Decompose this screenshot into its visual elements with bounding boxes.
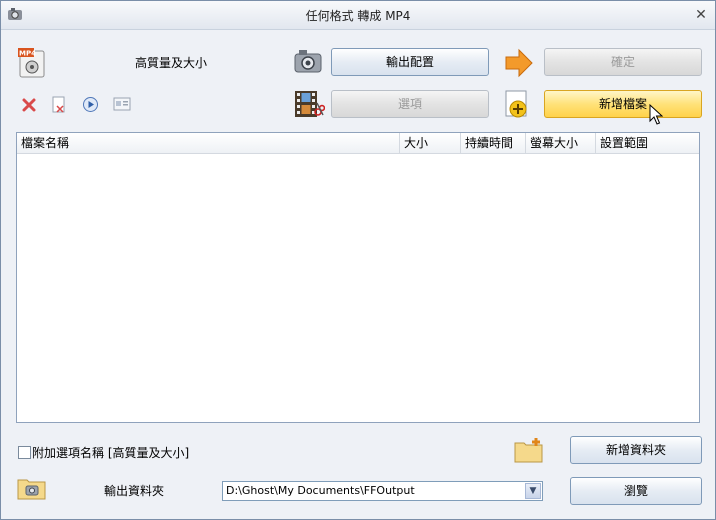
options-button[interactable]: 選項 bbox=[331, 90, 489, 118]
output-path-select[interactable]: D:\Ghost\My Documents\FFOutput ▼ bbox=[222, 481, 543, 501]
output-config-button[interactable]: 輸出配置 bbox=[331, 48, 489, 76]
mp4-badge: MP4 bbox=[19, 50, 36, 58]
output-folder-icon bbox=[17, 479, 46, 500]
column-filename[interactable]: 檔案名稱 bbox=[17, 133, 400, 153]
play-preview-icon[interactable] bbox=[82, 96, 99, 113]
column-size[interactable]: 大小 bbox=[400, 133, 461, 153]
column-range[interactable]: 設置範圍 bbox=[596, 133, 699, 153]
main-window: 任何格式 轉成 MP4 ✕ MP4 高質量及大小 輸出配置 確定 選項 新增檔案… bbox=[0, 0, 716, 520]
file-info-icon[interactable] bbox=[113, 97, 131, 112]
close-icon[interactable]: ✕ bbox=[693, 7, 709, 23]
remove-file-icon[interactable] bbox=[51, 96, 67, 114]
add-file-button[interactable]: 新增檔案 bbox=[544, 90, 702, 118]
arrow-right-icon bbox=[505, 48, 533, 78]
browse-button[interactable]: 瀏覽 bbox=[570, 477, 702, 505]
add-folder-icon bbox=[514, 438, 543, 463]
film-options-icon bbox=[295, 91, 325, 117]
add-file-icon bbox=[505, 90, 527, 118]
append-option-checkbox[interactable] bbox=[18, 446, 31, 459]
add-folder-button[interactable]: 新增資料夾 bbox=[570, 436, 702, 464]
file-list[interactable]: 檔案名稱 大小 持續時間 螢幕大小 設置範圍 bbox=[16, 132, 700, 423]
file-list-header: 檔案名稱 大小 持續時間 螢幕大小 設置範圍 bbox=[17, 133, 699, 154]
quality-label: 高質量及大小 bbox=[135, 56, 208, 70]
mouse-cursor-icon bbox=[649, 104, 663, 125]
confirm-button[interactable]: 確定 bbox=[544, 48, 702, 76]
append-option-label: 附加選項名稱 [高質量及大小] bbox=[32, 446, 190, 460]
title-bar: 任何格式 轉成 MP4 ✕ bbox=[1, 1, 715, 30]
chevron-down-icon[interactable]: ▼ bbox=[525, 483, 541, 499]
column-duration[interactable]: 持續時間 bbox=[461, 133, 526, 153]
output-folder-label: 輸出資料夾 bbox=[104, 484, 165, 498]
delete-icon[interactable] bbox=[21, 97, 37, 113]
window-title: 任何格式 轉成 MP4 bbox=[305, 9, 411, 23]
output-path-value: D:\Ghost\My Documents\FFOutput bbox=[226, 484, 415, 497]
output-config-icon bbox=[294, 50, 322, 73]
column-screen-size[interactable]: 螢幕大小 bbox=[526, 133, 596, 153]
mp4-format-icon: MP4 bbox=[18, 48, 45, 78]
